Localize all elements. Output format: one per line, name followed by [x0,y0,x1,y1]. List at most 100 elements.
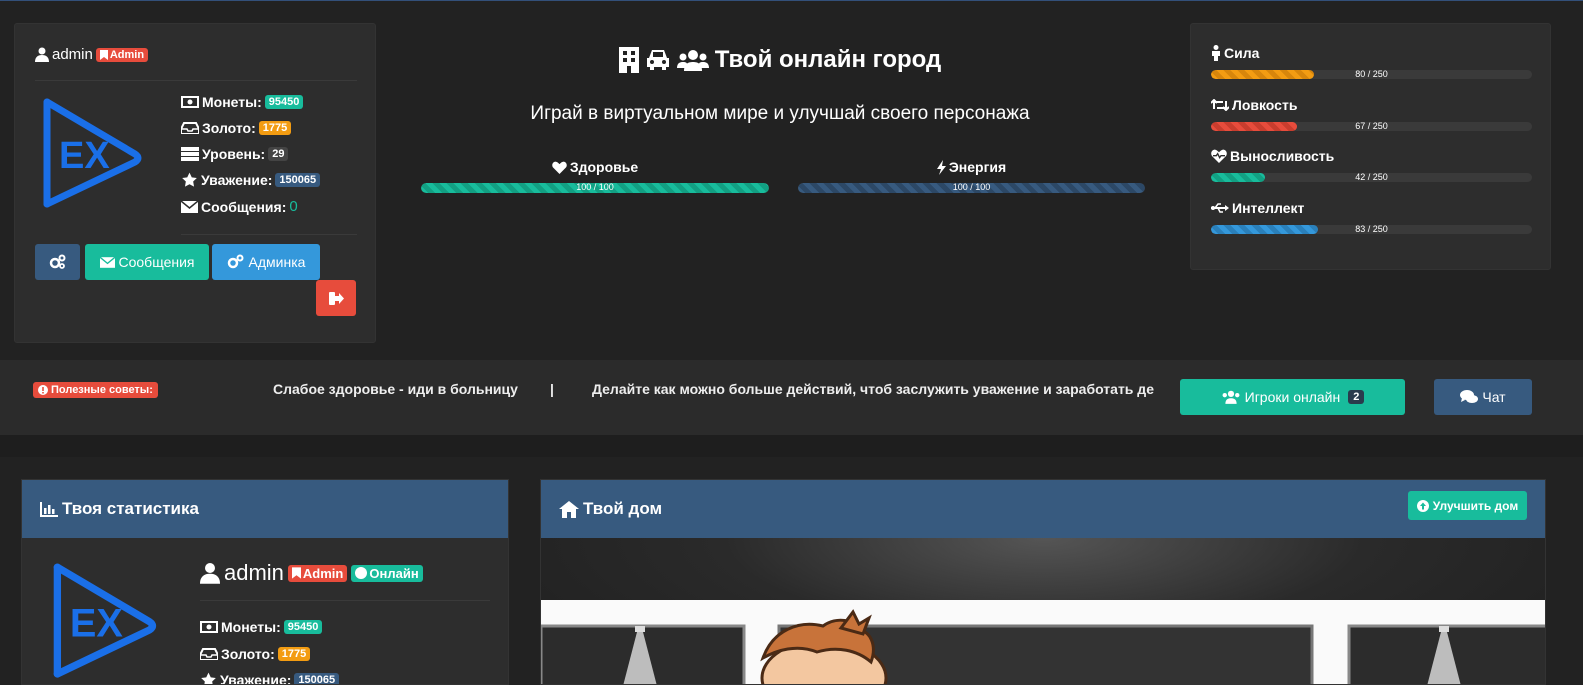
attributes-panel: Сила 80 / 250 Ловкость 67 / 250 Вынослив… [1190,23,1551,270]
admin-button-label: Админка [248,254,306,270]
health-label: Здоровье [421,159,769,177]
online-badge-text: Онлайн [369,565,419,581]
retweet-icon [1211,99,1229,111]
title-text: Твой онлайн город [714,46,942,73]
stat-label: Монеты: [202,94,262,110]
usb-icon [1211,203,1229,213]
divider [181,234,357,235]
admin-panel-button[interactable]: Админка [212,244,320,280]
tips-label-text: Полезные советы: [51,384,153,396]
stats-card: Твоя статистика EX admin Admin Онлайн Мо… [21,479,509,685]
profile-panel: admin Admin EX Монеты: 95450 Золото: 177… [14,23,376,343]
attr-label: Сила [1224,45,1260,61]
stat-label: Уровень: [202,146,266,162]
attr-strength: Сила [1211,45,1259,61]
male-icon [1212,45,1220,61]
tips-label: Полезные советы: [33,382,158,398]
stat-respect: Уважение: 150065 [200,672,340,685]
username-text: admin [52,46,93,63]
upgrade-home-button[interactable]: Улучшить дом [1408,491,1527,520]
respect-badge: 150065 [275,173,321,187]
gold-badge: 1775 [277,647,311,661]
admin-badge: Admin [287,564,348,582]
info-circle-icon [38,385,48,395]
chat-button-label: Чат [1482,389,1506,405]
stat-gold: Золото: 1775 [181,120,292,136]
agility-text: 67 / 250 [1355,122,1388,131]
tip-item: Делайте как можно больше действий, чтоб … [592,381,1154,397]
players-online-label: Игроки онлайн [1244,389,1341,405]
users-icon [676,50,709,71]
stat-coins: Монеты: 95450 [200,619,323,635]
gold-badge: 1775 [258,121,292,135]
heart-icon [552,161,567,174]
user-icon [200,563,220,584]
bookmark-icon [99,49,108,60]
star-icon [201,672,216,684]
building-icon [618,47,639,73]
envelope-icon [181,200,198,213]
sign-out-icon [328,291,344,305]
players-online-button[interactable]: Игроки онлайн 2 [1180,379,1405,415]
stats-card-title: Твоя статистика [62,499,199,518]
server-icon [181,147,199,161]
attr-label: Ловкость [1232,97,1298,113]
attr-label: Выносливость [1230,148,1335,164]
health-label-text: Здоровье [569,159,639,175]
stat-respect: Уважение: 150065 [181,172,321,188]
coins-badge: 95450 [264,95,304,109]
messages-button[interactable]: Сообщения [85,244,209,280]
users-icon [1222,390,1240,404]
respect-badge: 150065 [294,673,340,684]
attr-endurance: Выносливость [1211,148,1334,164]
home-icon [559,500,579,518]
comments-icon [1460,390,1479,403]
money-icon [181,96,199,108]
home-card: Твой дом Улучшить дом [540,479,1546,685]
stats-card-header: Твоя статистика [22,480,508,538]
attr-agility: Ловкость [1211,97,1297,113]
chat-button[interactable]: Чат [1434,379,1532,415]
inbox-icon [200,648,218,660]
user-icon [35,47,49,62]
stat-coins: Монеты: 95450 [181,94,304,110]
money-icon [200,621,218,633]
stat-label: Уважение: [220,672,292,685]
profile-username: admin Admin [35,46,149,63]
strength-progress-bar: 80 / 250 [1211,70,1532,79]
strength-text: 80 / 250 [1355,70,1388,79]
avatar: EX [39,92,149,210]
energy-label: Энергия [798,159,1145,178]
attr-label: Интеллект [1232,200,1305,216]
health-text: 100 / 100 [576,183,614,192]
heartbeat-icon [1211,149,1227,163]
admin-badge: Admin [95,47,149,62]
circle-icon [355,567,368,579]
stats-username: admin Admin Онлайн [200,560,423,586]
page-subtitle: Играй в виртуальном мире и улучшай своег… [530,103,1030,124]
car-icon [646,50,669,70]
username-text: admin [224,560,284,585]
home-scene-image [541,538,1545,684]
level-badge: 29 [268,147,289,161]
svg-text:EX: EX [59,135,110,177]
home-card-title: Твой дом [583,499,663,518]
players-online-count: 2 [1348,390,1365,404]
settings-button[interactable] [35,244,80,280]
stat-gold: Золото: 1775 [200,646,311,662]
intellect-text: 83 / 250 [1355,225,1388,234]
avatar: EX [49,556,164,681]
messages-count: 0 [289,198,298,215]
attr-intellect: Интеллект [1211,200,1304,216]
stat-level: Уровень: 29 [181,146,289,162]
tip-separator: | [550,381,554,397]
upgrade-home-label: Улучшить дом [1432,498,1519,513]
health-progress-bar: 100 / 100 [421,183,769,193]
logout-button[interactable] [316,280,356,316]
arrow-circle-up-icon [1416,499,1429,512]
inbox-icon [181,122,199,134]
stat-messages: Сообщения: 0 [181,198,298,215]
stat-label: Золото: [221,646,275,662]
endurance-progress-bar: 42 / 250 [1211,173,1532,182]
tip-item: Слабое здоровье - иди в больницу [273,381,518,397]
